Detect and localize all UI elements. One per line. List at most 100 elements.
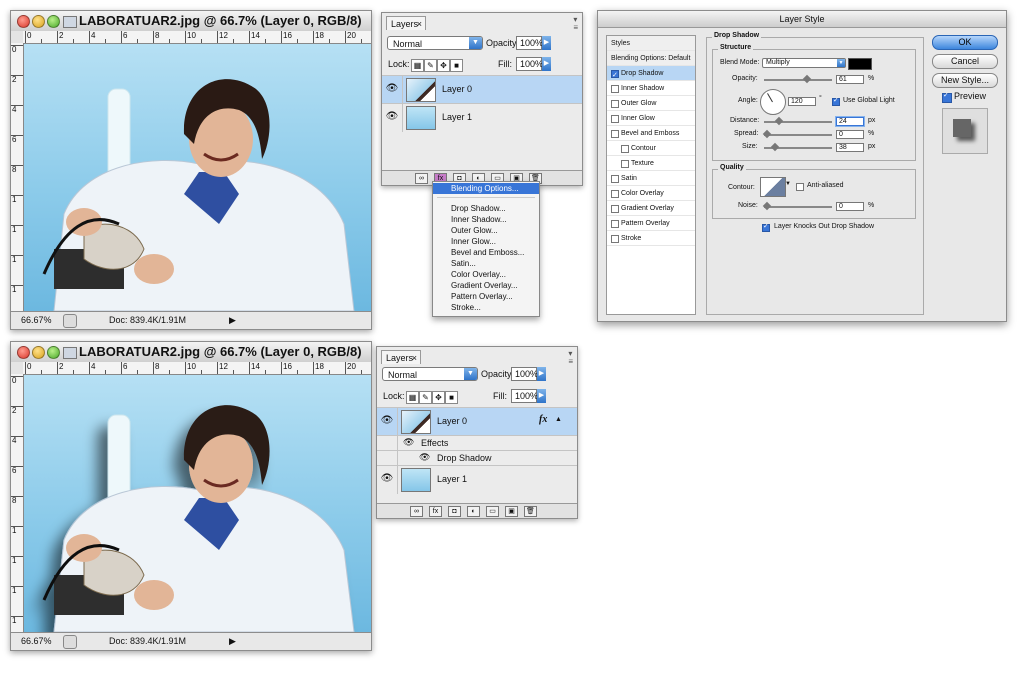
styles-header[interactable]: Styles [607,36,695,51]
style-inner-glow[interactable]: Inner Glow [607,111,695,126]
menu-item-satin[interactable]: Satin... [433,258,539,269]
drop-shadow-effect-row[interactable]: 👁 Drop Shadow [377,450,577,466]
image-canvas[interactable] [24,44,371,311]
title-bar[interactable]: LABORATUAR2.jpg @ 66.7% (Layer 0, RGB/8) [11,342,371,363]
opacity-field[interactable]: 100% ▶ [516,36,551,50]
opacity-field[interactable]: 61 [836,75,864,84]
anti-aliased-checkbox[interactable] [796,183,804,191]
checkbox-icon[interactable] [611,85,619,93]
angle-field[interactable]: 120 [788,97,816,106]
global-light-checkbox[interactable] [832,96,840,106]
fill-field[interactable]: 100% ▶ [511,389,546,403]
checkbox-icon[interactable] [611,235,619,243]
distance-field[interactable]: 24 [836,117,864,126]
menu-item-drop-shadow[interactable]: Drop Shadow... [433,203,539,214]
close-tab-icon[interactable]: × [412,351,417,365]
lock-position-icon[interactable]: ✥ [432,391,445,404]
style-gradient-overlay[interactable]: Gradient Overlay [607,201,695,216]
title-bar[interactable]: LABORATUAR2.jpg @ 66.7% (Layer 0, RGB/8) [11,11,371,32]
style-drop-shadow[interactable]: Drop Shadow [607,66,695,83]
style-color-overlay[interactable]: Color Overlay [607,186,695,201]
add-layer-style-icon[interactable]: fx [429,506,442,517]
opacity-arrow-icon[interactable]: ▶ [537,367,546,381]
tab-layers[interactable]: Layers × [381,350,421,364]
preview-checkbox[interactable] [942,91,952,103]
size-field[interactable]: 38 [836,143,864,152]
close-window-button[interactable] [17,346,30,359]
horizontal-ruler[interactable]: 0 2 4 6 8 10 12 14 16 18 20 [23,362,371,375]
lock-position-icon[interactable]: ✥ [437,59,450,72]
lock-transparent-icon[interactable]: ▦ [411,59,424,72]
zoom-level[interactable]: 66.67% [21,636,52,646]
spread-slider[interactable] [762,129,832,139]
close-tab-icon[interactable]: × [417,17,422,31]
menu-item-color-overlay[interactable]: Color Overlay... [433,269,539,280]
menu-item-outer-glow[interactable]: Outer Glow... [433,225,539,236]
layer-row-layer-1[interactable]: 👁 Layer 1 [377,465,577,494]
blend-mode-select[interactable]: Normal ▼ [382,367,478,381]
style-texture[interactable]: Texture [607,156,695,171]
checkbox-icon[interactable] [611,175,619,183]
lock-all-icon[interactable]: ■ [450,59,463,72]
lock-transparent-icon[interactable]: ▦ [406,391,419,404]
checkbox-icon[interactable] [611,130,619,138]
checkbox-icon[interactable] [621,160,629,168]
menu-item-pattern-overlay[interactable]: Pattern Overlay... [433,291,539,302]
close-window-button[interactable] [17,15,30,28]
menu-item-bevel-emboss[interactable]: Bevel and Emboss... [433,247,539,258]
spread-field[interactable]: 0 [836,130,864,139]
status-menu-arrow-icon[interactable]: ▶ [229,315,236,326]
blend-mode-select[interactable]: Normal ▼ [387,36,483,50]
image-canvas[interactable] [24,375,371,632]
new-group-icon[interactable]: ▭ [486,506,499,517]
zoom-window-button[interactable] [47,346,60,359]
style-outer-glow[interactable]: Outer Glow [607,96,695,111]
size-slider[interactable] [764,142,832,152]
panel-menu-icon[interactable]: ▾ ≡ [568,350,573,366]
zoom-window-button[interactable] [47,15,60,28]
zoom-level[interactable]: 66.67% [21,315,52,325]
style-inner-shadow[interactable]: Inner Shadow [607,81,695,96]
noise-field[interactable]: 0 [836,202,864,211]
status-icon[interactable] [63,314,77,328]
add-mask-icon[interactable]: ◘ [448,506,461,517]
minimize-window-button[interactable] [32,15,45,28]
lock-all-icon[interactable]: ■ [445,391,458,404]
style-bevel-emboss[interactable]: Bevel and Emboss [607,126,695,141]
noise-slider[interactable] [762,201,832,211]
style-pattern-overlay[interactable]: Pattern Overlay [607,216,695,231]
menu-item-inner-shadow[interactable]: Inner Shadow... [433,214,539,225]
style-blending-options[interactable]: Blending Options: Default [607,51,695,66]
status-icon[interactable] [63,635,77,649]
tab-layers[interactable]: Layers × [386,16,426,30]
visibility-eye-icon[interactable]: 👁 [403,437,414,448]
layer-row-layer-0[interactable]: 👁 Layer 0 [382,75,582,104]
lock-image-icon[interactable]: ✎ [419,391,432,404]
menu-item-gradient-overlay[interactable]: Gradient Overlay... [433,280,539,291]
layer-row-layer-1[interactable]: 👁 Layer 1 [382,103,582,132]
checkbox-icon[interactable] [611,205,619,213]
opacity-field[interactable]: 100% ▶ [511,367,546,381]
visibility-eye-icon[interactable]: 👁 [419,452,430,463]
layer-row-layer-0[interactable]: 👁 Layer 0 fx ▲ [377,407,577,436]
panel-menu-icon[interactable]: ▾ ≡ [573,16,578,32]
link-layers-icon[interactable]: ∞ [415,173,428,184]
checkbox-icon[interactable] [611,68,619,83]
fill-field[interactable]: 100% ▶ [516,57,551,71]
menu-item-inner-glow[interactable]: Inner Glow... [433,236,539,247]
cancel-button[interactable]: Cancel [932,54,998,69]
checkbox-icon[interactable] [611,115,619,123]
blend-mode-select[interactable]: Multiply ▼ [762,58,846,68]
effects-row[interactable]: 👁 Effects [377,435,577,451]
contour-picker[interactable] [760,177,786,197]
checkbox-icon[interactable] [621,145,629,153]
shadow-color-swatch[interactable] [848,58,872,70]
horizontal-ruler[interactable]: 0 2 4 6 8 10 12 14 16 18 20 [23,31,371,44]
link-layers-icon[interactable]: ∞ [410,506,423,517]
status-menu-arrow-icon[interactable]: ▶ [229,636,236,647]
expand-effects-icon[interactable]: ▲ [555,416,562,423]
trash-icon[interactable]: 🗑 [524,506,537,517]
visibility-eye-icon[interactable]: 👁 [380,473,394,485]
vertical-ruler[interactable]: 0 2 4 6 8 1 1 1 1 [11,43,24,311]
menu-item-stroke[interactable]: Stroke... [433,302,539,313]
